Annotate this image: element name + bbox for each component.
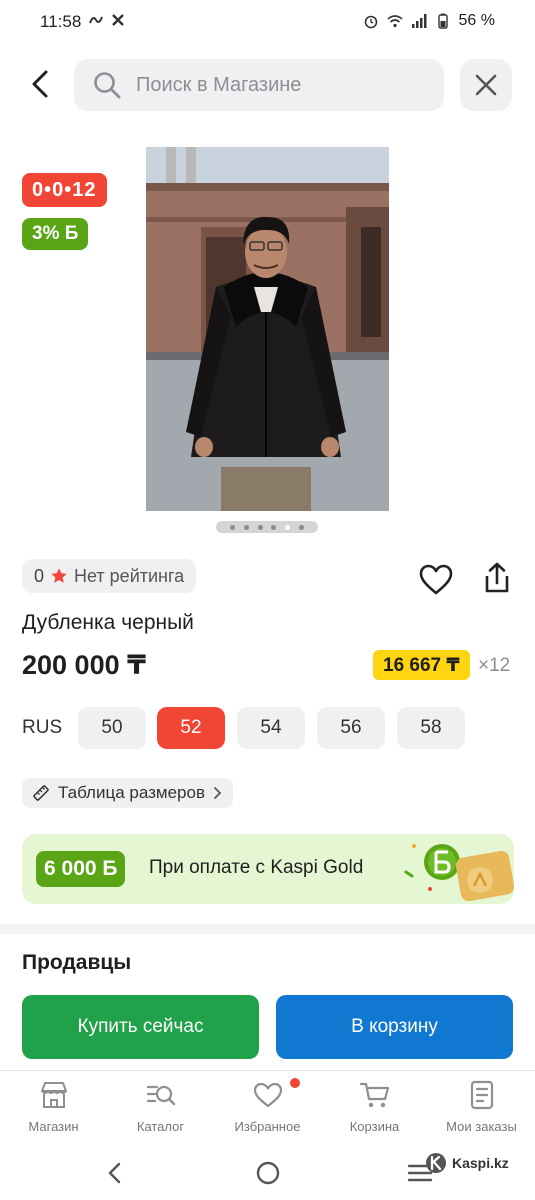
- kaspi-logo-icon: [426, 1153, 446, 1173]
- watermark-text: Kaspi.kz: [452, 1155, 509, 1171]
- battery-percent: 56 %: [458, 12, 495, 29]
- kaspi-gold-text: При оплате с Kaspi Gold: [149, 857, 364, 878]
- size-table-link[interactable]: Таблица размеров: [22, 778, 233, 808]
- nav-label: Каталог: [136, 1119, 185, 1134]
- installment-months: ×12: [478, 655, 511, 676]
- gallery-dot[interactable]: [271, 524, 277, 530]
- product-price: 200 000 ₸: [22, 650, 146, 680]
- cart-icon: [359, 1082, 389, 1108]
- heart-icon: [419, 564, 453, 595]
- size-option-58[interactable]: 58: [397, 707, 465, 749]
- system-back-button[interactable]: [95, 1158, 135, 1188]
- notification-icons: [88, 12, 126, 28]
- gallery-dot[interactable]: [229, 524, 235, 530]
- kaspi-gold-bonus-amount: 6 000 Б: [36, 851, 126, 887]
- notification-dot: [290, 1078, 300, 1088]
- kaspi-watermark: Kaspi.kz: [425, 1152, 509, 1174]
- gallery-dot[interactable]: [243, 524, 249, 530]
- status-right: 56 %: [363, 12, 495, 30]
- rating-badge[interactable]: 0 Нет рейтинга: [22, 559, 197, 593]
- size-option-54[interactable]: 54: [237, 707, 305, 749]
- nav-item-cart[interactable]: Корзина: [321, 1079, 428, 1145]
- bottom-navigation: Магазин Каталог Избранное Корзина Мои за…: [0, 1070, 535, 1150]
- promo-timer-badge: 0•0•12: [22, 173, 107, 207]
- gallery-dot[interactable]: [299, 524, 305, 530]
- kaspi-gold-card-illustration: [404, 844, 514, 902]
- system-back-icon: [108, 1162, 121, 1184]
- heart-icon: [253, 1082, 282, 1108]
- nav-item-orders[interactable]: Мои заказы: [428, 1079, 535, 1145]
- catalog-icon: [146, 1085, 175, 1106]
- star-icon: [51, 568, 67, 583]
- nav-item-favorites[interactable]: Избранное: [214, 1079, 321, 1145]
- nav-label: Избранное: [234, 1119, 301, 1134]
- shop-icon: [40, 1082, 67, 1108]
- wifi-icon: [387, 15, 403, 28]
- search-placeholder: Поиск в Магазине: [136, 73, 302, 96]
- nav-label: Магазин: [28, 1119, 79, 1134]
- size-option-52[interactable]: 52: [157, 707, 225, 749]
- section-divider: [0, 924, 535, 934]
- installment-price-badge[interactable]: 16 667 ₸: [373, 650, 470, 680]
- signal-icon: [411, 14, 427, 28]
- app-notification-icon: [89, 16, 103, 24]
- size-table-label: Таблица размеров: [58, 783, 205, 802]
- rating-value: 0: [34, 565, 45, 586]
- system-home-button[interactable]: [248, 1158, 288, 1188]
- size-option-56[interactable]: 56: [317, 707, 385, 749]
- product-title: Дубленка черный: [22, 611, 194, 634]
- kaspi-gold-banner[interactable]: 6 000 Б При оплате с Kaspi Gold: [22, 834, 514, 904]
- nav-label: Мои заказы: [446, 1119, 517, 1134]
- bonus-badge: 3% Б: [22, 218, 89, 250]
- gallery-pagination: [216, 521, 318, 533]
- close-button[interactable]: [460, 59, 512, 111]
- nav-label: Корзина: [349, 1119, 400, 1134]
- buy-now-button[interactable]: Купить сейчас: [22, 995, 259, 1059]
- gallery-dot-active[interactable]: [285, 524, 291, 530]
- close-icon: [475, 74, 497, 96]
- ruler-icon: [33, 785, 49, 801]
- share-button[interactable]: [479, 560, 515, 596]
- battery-icon: [437, 13, 448, 29]
- gallery-dot[interactable]: [257, 524, 263, 530]
- app-notification-icon: [112, 14, 124, 26]
- add-to-cart-button[interactable]: В корзину: [276, 995, 513, 1059]
- size-system-label: RUS: [22, 717, 63, 738]
- nav-item-shop[interactable]: Магазин: [0, 1079, 107, 1145]
- status-time: 11:58: [40, 12, 82, 31]
- chevron-left-icon: [32, 70, 48, 98]
- sellers-heading: Продавцы: [22, 951, 132, 974]
- size-option-50[interactable]: 50: [78, 707, 146, 749]
- alarm-icon: [364, 15, 377, 29]
- orders-icon: [470, 1080, 493, 1110]
- search-input[interactable]: Поиск в Магазине: [74, 59, 444, 111]
- chevron-right-icon: [214, 787, 222, 799]
- status-bar: 11:58 56 %: [0, 0, 535, 44]
- share-icon: [485, 562, 509, 593]
- product-image[interactable]: [146, 147, 389, 511]
- product-photo-illustration: [146, 147, 389, 511]
- nav-item-catalog[interactable]: Каталог: [107, 1079, 214, 1145]
- system-home-icon: [256, 1161, 280, 1185]
- search-header: Поиск в Магазине: [0, 56, 535, 112]
- rating-label: Нет рейтинга: [74, 565, 185, 586]
- favorite-button[interactable]: [418, 562, 454, 598]
- back-button[interactable]: [22, 66, 58, 102]
- search-icon: [94, 72, 121, 99]
